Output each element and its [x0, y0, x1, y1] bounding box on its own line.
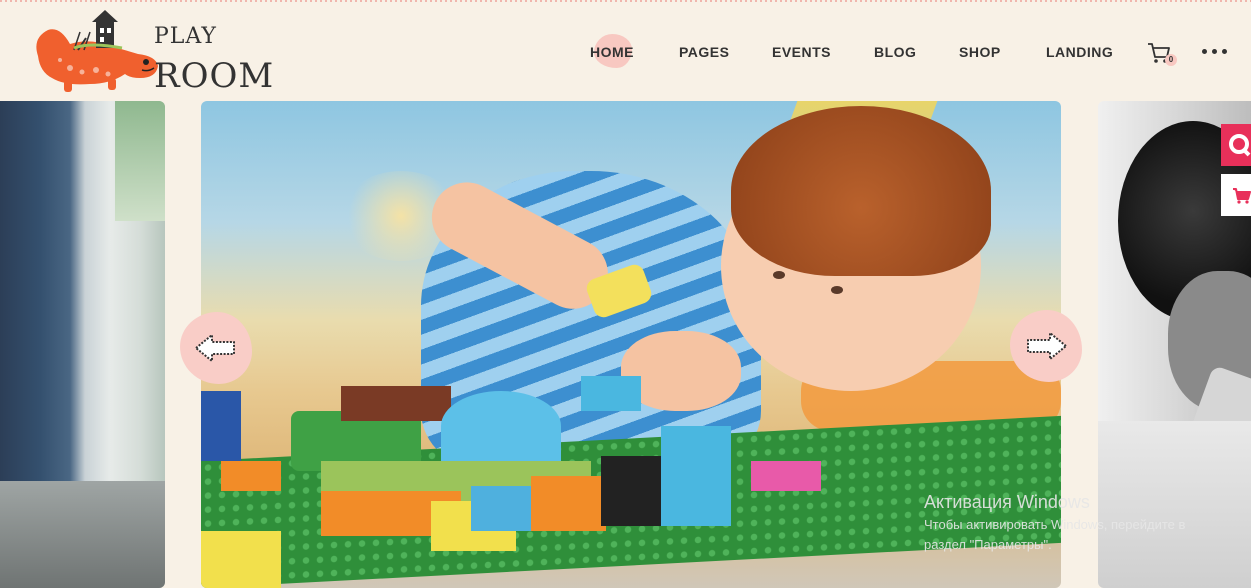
child-shirt	[1098, 421, 1251, 588]
slide-current-image	[201, 101, 1061, 588]
lego-blue-slide	[441, 391, 561, 461]
side-cart-button[interactable]	[1221, 174, 1251, 216]
nav-item-events[interactable]: EVENTS	[772, 44, 831, 60]
slider-next-button[interactable]	[1010, 310, 1082, 382]
cart-count-badge: 0	[1165, 54, 1177, 66]
child-hair	[731, 106, 991, 276]
search-icon	[1229, 134, 1251, 157]
lego-blue-piece	[661, 426, 731, 526]
slide-previous-image[interactable]	[0, 101, 165, 588]
side-search-button[interactable]	[1221, 124, 1251, 166]
lego-brown-brick	[341, 386, 451, 421]
nav-item-shop[interactable]: SHOP	[959, 44, 1001, 60]
more-dot-icon	[1212, 49, 1217, 54]
windows-activation-text: Чтобы активировать Windows, перейдите в	[924, 517, 1186, 532]
main-navigation: HOME PAGES EVENTS BLOG SHOP LANDING 0	[0, 0, 1251, 101]
arrow-right-icon	[1027, 332, 1067, 360]
cart-icon	[1233, 188, 1251, 204]
child-eye	[831, 286, 843, 294]
lego-orange-flower	[221, 461, 281, 491]
windows-activation-text: раздел "Параметры".	[924, 537, 1052, 552]
arrow-left-icon	[195, 334, 235, 362]
lego-pink-flower	[751, 461, 821, 491]
windows-activation-title: Активация Windows	[924, 492, 1090, 512]
lego-yellow-brick	[201, 531, 281, 588]
blue-toy-block	[201, 391, 241, 461]
nav-item-home[interactable]: HOME	[590, 44, 634, 60]
slide-plant-area	[115, 101, 165, 221]
lego-blue-piece	[581, 376, 641, 411]
more-menu-button[interactable]	[1202, 44, 1232, 58]
slider-prev-button[interactable]	[180, 312, 252, 384]
child-eye	[773, 271, 785, 279]
lego-orange-brick	[531, 476, 606, 531]
nav-item-landing[interactable]: LANDING	[1046, 44, 1113, 60]
site-header: PLAY ROOM HOME PAGES EVENTS BLOG SHOP LA…	[0, 0, 1251, 101]
more-dot-icon	[1222, 49, 1227, 54]
more-dot-icon	[1202, 49, 1207, 54]
slide-floor-area	[0, 481, 165, 588]
nav-item-blog[interactable]: BLOG	[874, 44, 916, 60]
nav-item-pages[interactable]: PAGES	[679, 44, 729, 60]
